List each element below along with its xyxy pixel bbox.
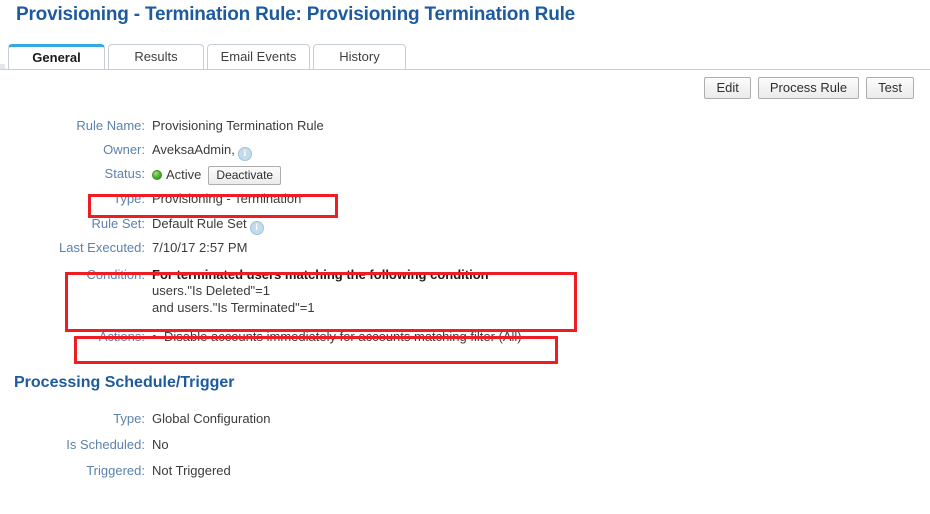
condition-line-2: and users."Is Terminated"=1 (152, 300, 315, 315)
test-button[interactable]: Test (866, 77, 914, 99)
condition-value-wrap: For terminated users matching the follow… (145, 265, 489, 316)
tab-bar: General Results Email Events History (0, 44, 930, 70)
tab-history[interactable]: History (313, 44, 406, 69)
condition-label: Condition: (86, 267, 145, 282)
row-type: Type: Provisioning - Termination (0, 189, 930, 214)
row-is-scheduled: Is Scheduled: No (0, 435, 930, 461)
owner-value: AveksaAdmin, (152, 142, 235, 157)
status-label: Status: (104, 166, 145, 181)
status-value-wrap: Active Deactivate (145, 164, 282, 185)
actions-label: Actions: (98, 329, 145, 344)
owner-label: Owner: (103, 142, 145, 157)
schedule-type-label: Type: (113, 411, 145, 426)
tab-general[interactable]: General (8, 44, 105, 69)
tab-email-events[interactable]: Email Events (207, 44, 310, 69)
actions-value: Disable accounts immediately for account… (164, 329, 522, 344)
status-value: Active (166, 167, 202, 182)
row-condition: Condition: For terminated users matching… (0, 265, 930, 327)
row-rule-name: Rule Name: Provisioning Termination Rule (0, 116, 930, 140)
tab-bar-divider (0, 69, 930, 70)
tab-bar-left-nub (0, 64, 5, 69)
actions-bullet-icon: • (152, 329, 157, 344)
row-actions: Actions: • Disable accounts immediately f… (0, 327, 930, 357)
deactivate-button[interactable]: Deactivate (208, 166, 282, 185)
triggered-label: Triggered: (86, 463, 145, 478)
rule-set-value-wrap: Default Rule Set i (145, 214, 264, 235)
row-rule-set: Rule Set: Default Rule Set i (0, 214, 930, 238)
general-details: Rule Name: Provisioning Termination Rule… (0, 116, 930, 357)
rule-name-value: Provisioning Termination Rule (152, 118, 324, 133)
type-value: Provisioning - Termination (152, 191, 302, 206)
condition-heading: For terminated users matching the follow… (152, 267, 489, 282)
condition-line-1: users."Is Deleted"=1 (152, 283, 270, 298)
row-last-executed: Last Executed: 7/10/17 2:57 PM (0, 238, 930, 265)
action-button-bar: Edit Process Rule Test (704, 77, 914, 99)
is-scheduled-value: No (152, 437, 169, 452)
row-triggered: Triggered: Not Triggered (0, 461, 930, 487)
rule-set-value: Default Rule Set (152, 216, 247, 231)
row-schedule-type: Type: Global Configuration (0, 409, 930, 435)
info-icon-owner[interactable]: i (237, 147, 252, 161)
actions-value-wrap: • Disable accounts immediately for accoun… (145, 327, 522, 344)
is-scheduled-label: Is Scheduled: (66, 437, 145, 452)
schedule-type-value: Global Configuration (152, 411, 271, 426)
tab-results[interactable]: Results (108, 44, 204, 69)
process-rule-button[interactable]: Process Rule (757, 77, 860, 99)
rule-set-label: Rule Set: (91, 216, 145, 231)
section-title-processing-schedule: Processing Schedule/Trigger (14, 374, 235, 391)
green-status-dot-icon (152, 170, 162, 180)
last-executed-label: Last Executed: (59, 240, 145, 255)
owner-value-wrap: AveksaAdmin, i (145, 140, 252, 161)
row-owner: Owner: AveksaAdmin, i (0, 140, 930, 164)
edit-button[interactable]: Edit (704, 77, 751, 99)
rule-name-label: Rule Name: (76, 118, 145, 133)
type-label: Type: (113, 191, 145, 206)
page-title: Provisioning - Termination Rule: Provisi… (16, 4, 576, 25)
triggered-value: Not Triggered (152, 463, 231, 478)
last-executed-value: 7/10/17 2:57 PM (152, 240, 248, 255)
schedule-details: Type: Global Configuration Is Scheduled:… (0, 409, 930, 487)
info-icon-rule-set[interactable]: i (249, 221, 264, 235)
row-status: Status: Active Deactivate (0, 164, 930, 189)
